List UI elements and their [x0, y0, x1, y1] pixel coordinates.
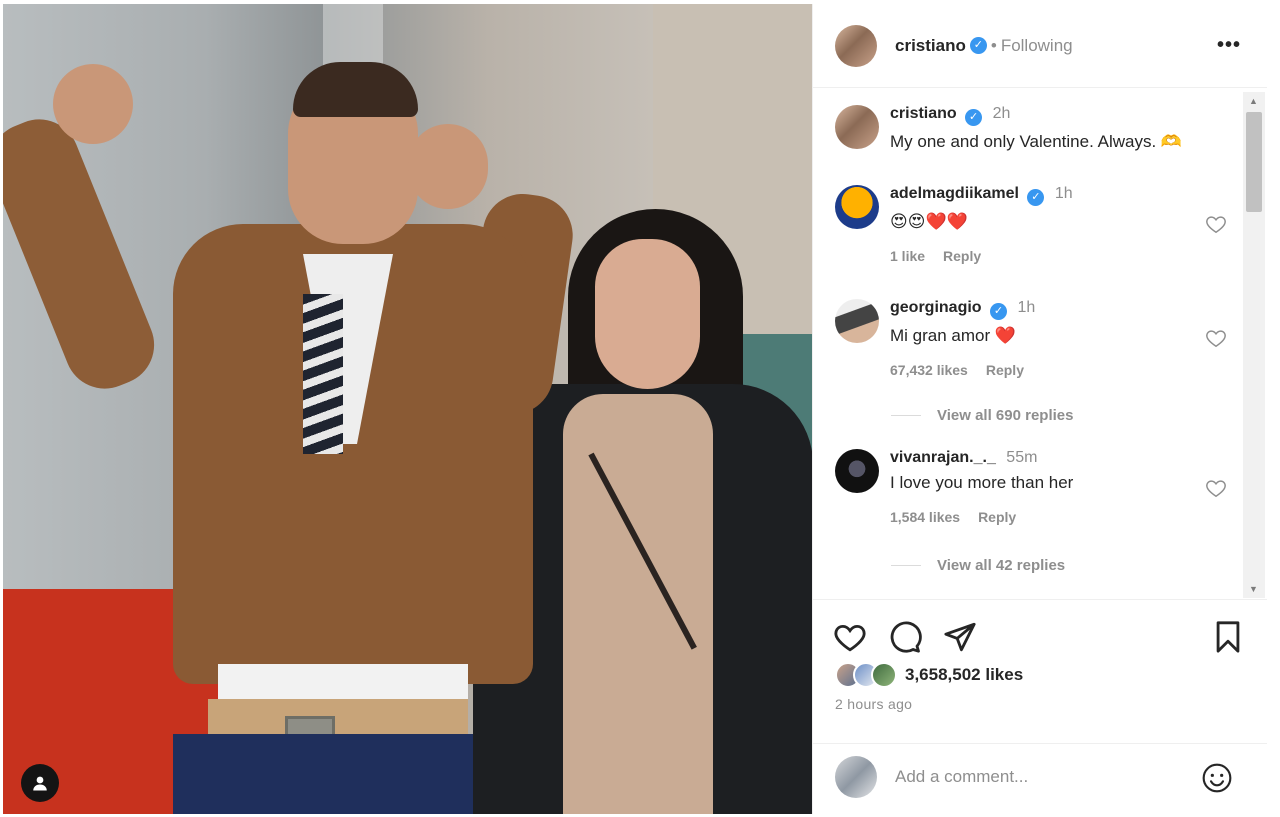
thumbs-up-left: [53, 64, 133, 144]
man-tie: [303, 294, 343, 454]
liker-avatar: [871, 662, 897, 688]
comment-likes[interactable]: 1,584 likes: [890, 509, 960, 525]
user-icon[interactable]: [21, 764, 59, 802]
verified-icon: ✓: [965, 109, 983, 126]
woman-top: [563, 394, 713, 814]
separator-dot: •: [990, 35, 997, 55]
comment-text: I love you more than her: [890, 473, 1074, 492]
share-icon[interactable]: [943, 620, 977, 654]
add-comment-row: [813, 743, 1267, 810]
comment-time: 55m: [1006, 449, 1038, 466]
scrollbar-thumb[interactable]: [1246, 112, 1262, 212]
replies-divider: [891, 565, 921, 566]
commenter-avatar[interactable]: [835, 299, 879, 343]
commenter-username[interactable]: georginagio: [890, 299, 982, 316]
viewer-avatar: [835, 756, 877, 798]
post-actions: 3,658,502 likes 2 hours ago: [813, 599, 1267, 814]
man-belt: [208, 699, 468, 735]
man-left-arm: [3, 107, 167, 401]
comments-list: cristiano ✓ 2h My one and only Valentine…: [813, 89, 1243, 599]
caption-author[interactable]: cristiano: [890, 105, 957, 122]
bookmark-icon[interactable]: [1211, 620, 1245, 654]
post-photo[interactable]: [3, 4, 812, 814]
comment-heart-icon[interactable]: [1205, 327, 1227, 349]
man-jeans: [173, 734, 473, 814]
caption-time: 2h: [992, 105, 1011, 122]
likes-row[interactable]: 3,658,502 likes: [835, 662, 1023, 688]
verified-icon: ✓: [1027, 189, 1045, 206]
commenter-username[interactable]: vivanrajan._._: [890, 449, 996, 466]
comment-text: Mi gran amor ❤️: [890, 326, 1017, 345]
thumbs-up-right: [408, 124, 488, 209]
view-replies-label[interactable]: View all 42 replies: [937, 557, 1065, 574]
likes-count[interactable]: 3,658,502 likes: [905, 665, 1023, 685]
post-header: cristiano ✓ • Following •••: [813, 4, 1267, 88]
heart-icon[interactable]: [833, 620, 867, 654]
commenter-avatar[interactable]: [835, 449, 879, 493]
comments-scrollbar[interactable]: ▲ ▼: [1243, 92, 1265, 598]
comment-likes[interactable]: 1 like: [890, 248, 925, 264]
view-replies-button[interactable]: View all 690 replies: [891, 407, 1073, 424]
commenter-username[interactable]: adelmagdiikamel: [890, 185, 1019, 202]
post-panel: cristiano ✓ • Following ••• cristiano ✓ …: [812, 4, 1267, 814]
reply-button[interactable]: Reply: [978, 509, 1016, 525]
comment-likes[interactable]: 67,432 likes: [890, 362, 968, 378]
view-replies-button[interactable]: View all 42 replies: [891, 557, 1065, 574]
verified-icon: ✓: [969, 37, 987, 54]
commenter-avatar[interactable]: [835, 185, 879, 229]
replies-divider: [891, 415, 921, 416]
comment-time: 1h: [1017, 299, 1036, 316]
scroll-down-icon[interactable]: ▼: [1249, 584, 1258, 594]
reply-button[interactable]: Reply: [943, 248, 981, 264]
comment-input[interactable]: [895, 762, 1185, 792]
reply-button[interactable]: Reply: [986, 362, 1024, 378]
comment-time: 1h: [1054, 185, 1073, 202]
comment-heart-icon[interactable]: [1205, 477, 1227, 499]
view-replies-label[interactable]: View all 690 replies: [937, 407, 1073, 424]
author-username[interactable]: cristiano: [895, 36, 966, 56]
follow-status[interactable]: Following: [1001, 36, 1073, 56]
scroll-up-icon[interactable]: ▲: [1249, 96, 1258, 106]
emoji-icon[interactable]: [1201, 762, 1233, 794]
man-hair: [293, 62, 418, 117]
author-avatar[interactable]: [835, 24, 877, 67]
comment-icon[interactable]: [888, 620, 922, 654]
post-timestamp: 2 hours ago: [835, 696, 913, 712]
woman-face: [595, 239, 700, 389]
more-icon[interactable]: •••: [1217, 34, 1241, 57]
comment-heart-icon[interactable]: [1205, 213, 1227, 235]
comment-text: 😍😍❤️❤️: [890, 212, 968, 231]
author-avatar-small[interactable]: [835, 105, 879, 149]
caption-text: My one and only Valentine. Always. 🫶: [890, 132, 1183, 151]
verified-icon: ✓: [990, 303, 1008, 320]
